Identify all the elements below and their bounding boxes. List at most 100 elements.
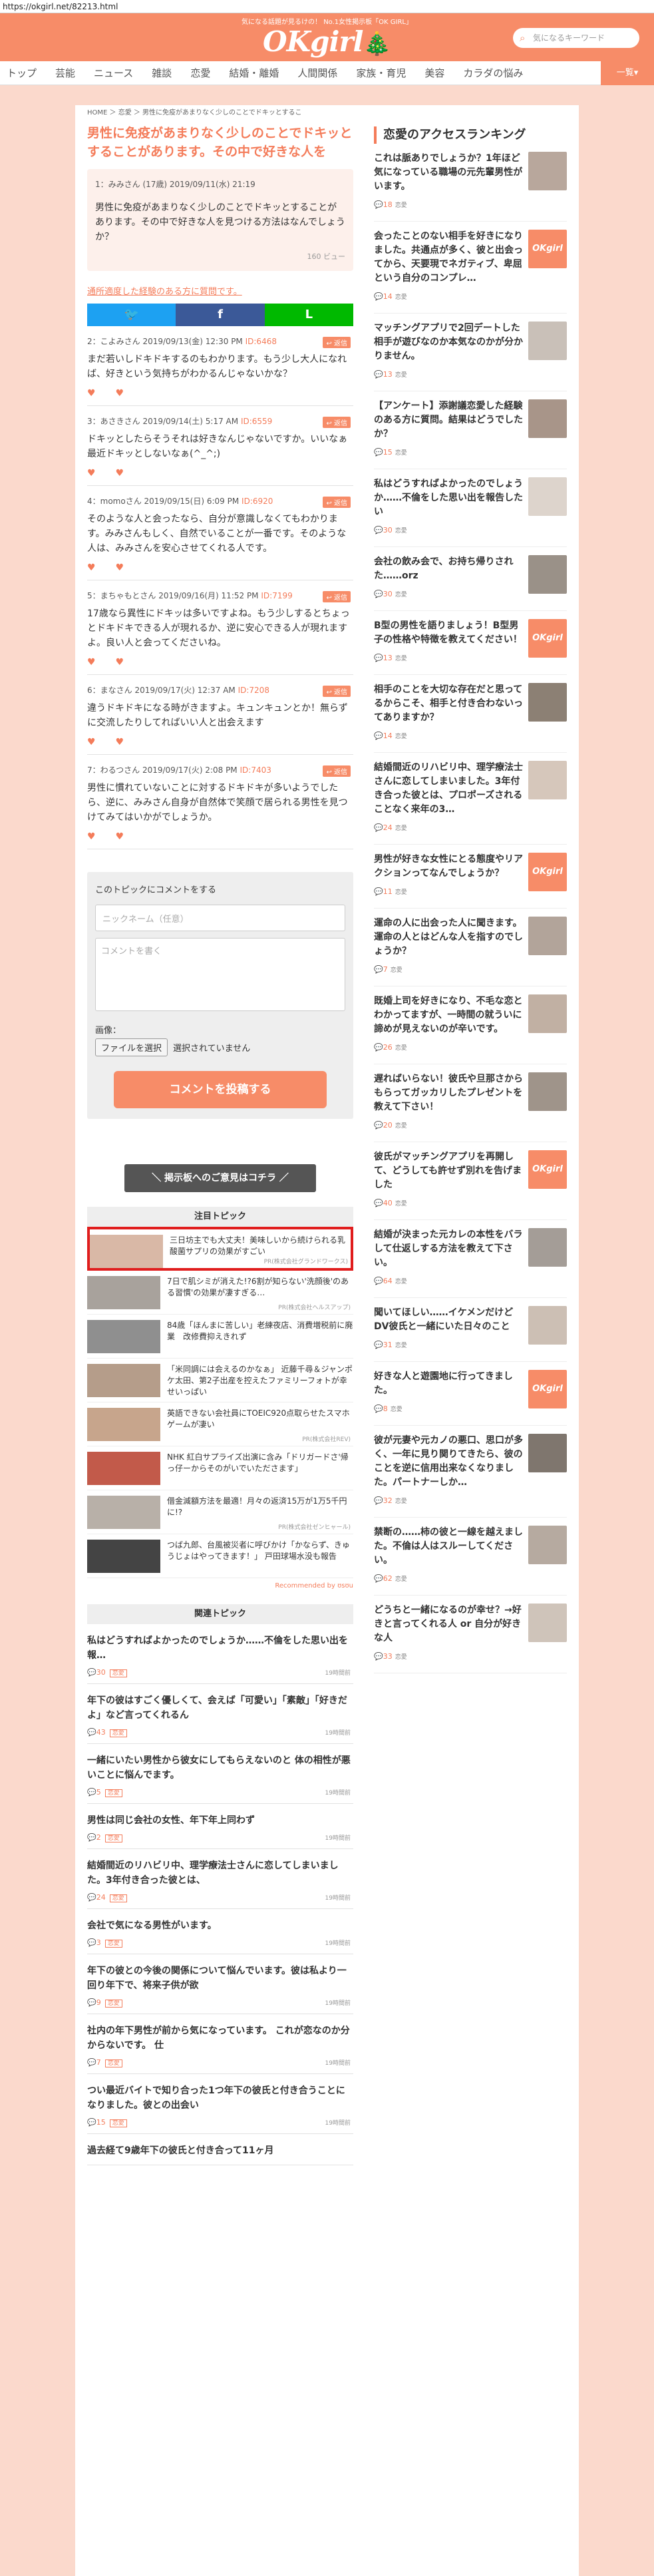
featured-item[interactable]: 借金減額方法を最適！月々の返済15万が1万5千円に!? PR(株式会社ゼンヒャール…	[87, 1490, 353, 1534]
ranking-item[interactable]: 遅ればいらない！彼氏や旦那さからもらってガッカリしたプレゼントを教えて下さい！ 💬…	[374, 1064, 567, 1142]
dislike-icon[interactable]: ♥	[116, 468, 124, 479]
ranking-item[interactable]: 彼氏がマッチングアプリを再開して、どうしても許せず別れを告げました 💬40 恋愛 OK…	[374, 1142, 567, 1220]
ranking-thumbnail	[528, 1306, 567, 1345]
nav-item[interactable]: 家族・育児	[356, 66, 406, 80]
nav-item[interactable]: ニュース	[94, 66, 133, 80]
featured-item[interactable]: 84歳「ほんまに苦しい」老練夜店、消費増税前に廃業 改修費抑えきれず	[87, 1315, 353, 1359]
ranking-text: マッチングアプリで2回デートした相手が遊びなのか本気なのかが分かりません。 💬13…	[374, 322, 528, 383]
related-item[interactable]: 会社で気になる男性がいます。 💬3 恋愛 19時間前	[87, 1909, 353, 1954]
related-item[interactable]: 結婚間近のリハビリ中、理学療法士さんに恋してしまいました。3年付き合った彼とは、…	[87, 1849, 353, 1909]
breadcrumb[interactable]: HOME ＞ 恋愛 ＞ 男性に免疫があまりなく少しのことでドキッとするこ	[87, 105, 353, 121]
like-icon[interactable]: ♥	[87, 657, 96, 668]
dislike-icon[interactable]: ♥	[116, 388, 124, 399]
reply-button[interactable]: ↩ 返信	[323, 686, 351, 697]
like-icon[interactable]: ♥	[87, 388, 96, 399]
nav-item[interactable]: 雑談	[152, 66, 172, 80]
comment-icon: 💬	[374, 1043, 383, 1052]
comment-textarea[interactable]: コメントを書く	[95, 938, 345, 1011]
nav-item[interactable]: 人間関係	[297, 66, 337, 80]
facebook-share-button[interactable]: f	[176, 304, 265, 326]
site-logo[interactable]: OKgirl🎄	[263, 25, 391, 58]
related-item[interactable]: 私はどうすればよかったのでしょうか……不倫をした思い出を報… 💬30 恋愛 19時間前	[87, 1624, 353, 1684]
comment-count: 9	[96, 1998, 101, 2007]
ranking-thumbnail-logo: OKgirl	[528, 1370, 567, 1408]
ranking-item[interactable]: これは脈ありでしょうか？1年ほど気になっている職場の元先輩男性がいます。 💬18 恋…	[374, 144, 567, 222]
ranking-item[interactable]: 会社の飲み会で、お持ち帰りされた……orz 💬30 恋愛	[374, 547, 567, 611]
file-status: 選択されていません	[173, 1044, 251, 1054]
like-icon[interactable]: ♥	[87, 468, 96, 479]
nav-item[interactable]: カラダの悩み	[463, 66, 523, 80]
file-select-button[interactable]: ファイルを選択	[95, 1038, 168, 1056]
related-item[interactable]: 年下の彼との今後の関係について悩んでいます。彼は私より一回り年下で、将来子供が欲…	[87, 1954, 353, 2014]
ranking-item[interactable]: どうちと一緒になるのが幸せ？→好きと言ってくれる人 or 自分が好きな人 💬33 恋…	[374, 1596, 567, 1673]
related-item[interactable]: 年下の彼はすごく優しくて、会えば「可愛い」「素敵」「好きだよ」など言ってくれるん…	[87, 1684, 353, 1744]
related-item[interactable]: 男性は同じ会社の女性、年下年上同わず 💬2 恋愛 19時間前	[87, 1804, 353, 1849]
comment-id: ID:7403	[240, 765, 271, 775]
ranking-item[interactable]: 好きな人と遊園地に行ってきました。 💬8 恋愛 OKgirl	[374, 1362, 567, 1426]
featured-item[interactable]: NHK 紅白サプライズ出演に含み「ドリガードさ'帰っ仔ーからそのがいでいたださま…	[87, 1446, 353, 1490]
ranking-item[interactable]: 相手のことを大切な存在だと思ってるからこそ、相手と付き合わないってありますか？ 💬…	[374, 675, 567, 753]
feedback-button[interactable]: ＼ 掲示板へのご意見はコチラ ／	[124, 1164, 316, 1192]
nav-item[interactable]: 結婚・離婚	[229, 66, 279, 80]
dislike-icon[interactable]: ♥	[116, 831, 124, 842]
featured-item[interactable]: 「米同調には会えるのかなぁ」 近藤千尋＆ジャンポケ太田、第2子出産を控えたファミ…	[87, 1359, 353, 1402]
ranking-item[interactable]: 運命の人に出会った人に聞きます。運命の人とはどんな人を指すのでしょうか？ 💬7 恋愛	[374, 909, 567, 986]
nav-item[interactable]: トップ	[7, 66, 37, 80]
ranking-item[interactable]: B型の男性を語りましょう！B型男子の性格や特徴を教えてください！ 💬13 恋愛 OKg…	[374, 611, 567, 675]
comment-count: 13	[383, 370, 393, 379]
nickname-input[interactable]: ニックネーム（任意）	[95, 905, 345, 931]
comment: 4：momoさん 2019/09/15(日) 6:09 PM ID:6920 ↩ …	[87, 486, 353, 580]
featured-item[interactable]: つば九郎、台風被災者に呼びかけ「かならず、きゅうじょはやってきます！」 戸田球場…	[87, 1534, 353, 1578]
comment-icon: 💬	[374, 1277, 383, 1285]
line-share-button[interactable]: L	[264, 304, 353, 326]
category-tag: 恋愛	[395, 450, 407, 457]
ranking-item[interactable]: 男性が好きな女性にとる態度やリアクションってなんでしょうか？ 💬11 恋愛 OKgir…	[374, 845, 567, 909]
dislike-icon[interactable]: ♥	[116, 562, 124, 573]
ranking-item[interactable]: 既婚上司を好きになり、不毛な恋とわかってますが、一時間の就ういに諦めが見えないの…	[374, 986, 567, 1064]
nav-item[interactable]: 美容	[424, 66, 444, 80]
ranking-item[interactable]: 会ったことのない相手を好きになりました。共通点が多く、彼と出会ってから、天要現で…	[374, 222, 567, 314]
reply-button[interactable]: ↩ 返信	[323, 337, 351, 348]
featured-item[interactable]: 7日で肌シミが消えた!?6割が知らない'洗顔後'のある習慣'の効果が凄すぎる… P…	[87, 1271, 353, 1315]
like-icon[interactable]: ♥	[87, 831, 96, 842]
featured-thumbnail	[87, 1540, 160, 1573]
twitter-icon: 🐦	[124, 308, 139, 322]
reply-button[interactable]: ↩ 返信	[323, 417, 351, 428]
like-icon[interactable]: ♥	[87, 562, 96, 573]
url-bar[interactable]: https://okgirl.net/82213.html	[0, 0, 654, 13]
ranking-item[interactable]: 禁断の……柿の彼と一線を越えました。不倫は人はスルーしてください。 💬62 恋愛	[374, 1518, 567, 1596]
ranking-thumbnail	[528, 152, 567, 190]
ranking-item[interactable]: 聞いてほしい……イケメンだけどDV彼氏と一緒にいた日々のこと 💬31 恋愛	[374, 1298, 567, 1362]
related-item[interactable]: 過去経て9歳年下の彼氏と付き合って11ヶ月	[87, 2134, 353, 2165]
ranking-item[interactable]: マッチングアプリで2回デートした相手が遊びなのか本気なのかが分かりません。 💬13…	[374, 314, 567, 391]
comment-icon: 💬	[374, 1121, 383, 1130]
comment-count: 3	[96, 1938, 101, 1947]
reply-button[interactable]: ↩ 返信	[323, 591, 351, 602]
comment-count: 31	[383, 1341, 393, 1349]
reply-button[interactable]: ↩ 返信	[323, 765, 351, 777]
like-icon[interactable]: ♥	[87, 737, 96, 748]
reply-button[interactable]: ↩ 返信	[323, 497, 351, 508]
ranking-item[interactable]: 私はどうすればよかったのでしょうか……不倫をした思い出を報告したい 💬30 恋愛	[374, 469, 567, 547]
related-topic-link[interactable]: 通所適度した経験のある方に質問です。	[87, 284, 353, 297]
category-tag: 恋愛	[395, 1654, 407, 1661]
recommended-by[interactable]: Recommended by ʊsʊu	[87, 1582, 353, 1590]
nav-item[interactable]: 恋愛	[190, 66, 210, 80]
related-item[interactable]: つい最近バイトで知り合った1つ年下の彼氏と付き合うことになりました。彼との出会い…	[87, 2074, 353, 2134]
dislike-icon[interactable]: ♥	[116, 737, 124, 748]
featured-item[interactable]: 英語できない会社員にTOEIC920点取らせたスマホゲームが凄い PR(株式会社R…	[87, 1402, 353, 1446]
related-item[interactable]: 社内の年下男性が前から気になっています。 これが恋なのか分からないです。 仕 💬7…	[87, 2014, 353, 2074]
submit-comment-button[interactable]: コメントを投稿する	[114, 1071, 327, 1108]
twitter-share-button[interactable]: 🐦	[87, 304, 176, 326]
ranking-item[interactable]: 彼が元妻や元カノの悪口、思口が多く、一年に見り関りてきたら、彼のことを逆に信用出…	[374, 1426, 567, 1518]
ranking-item[interactable]: 結婚間近のリハビリ中、理学療法士さんに恋してしまいました。3年付き合った彼とは、…	[374, 753, 567, 845]
ranking-item[interactable]: 【アンケート】添謝議恋愛した経験のある方に質問。結果はどうでしたか？ 💬15 恋愛	[374, 391, 567, 469]
nav-item[interactable]: 芸能	[55, 66, 75, 80]
comment-meta: 4：momoさん 2019/09/15(日) 6:09 PM ID:6920	[87, 495, 353, 507]
ranking-item[interactable]: 結婚が決まった元カレの本性をバラして仕返しする方法を教えて下さい。 💬64 恋愛	[374, 1220, 567, 1298]
dislike-icon[interactable]: ♥	[116, 657, 124, 668]
search-input[interactable]: ⌕ 気になるキーワード	[513, 28, 639, 48]
related-item[interactable]: 一緒にいたい男性から彼女にしてもらえないのと 体の相性が悪いことに悩んでます。 💬…	[87, 1744, 353, 1804]
nav-more-button[interactable]: 一覧▾	[601, 61, 654, 85]
featured-item[interactable]: 三日坊主でも大丈夫！美味しいから続けられる乳酸菌サプリの効果がすごい PR(株式会…	[87, 1227, 353, 1271]
